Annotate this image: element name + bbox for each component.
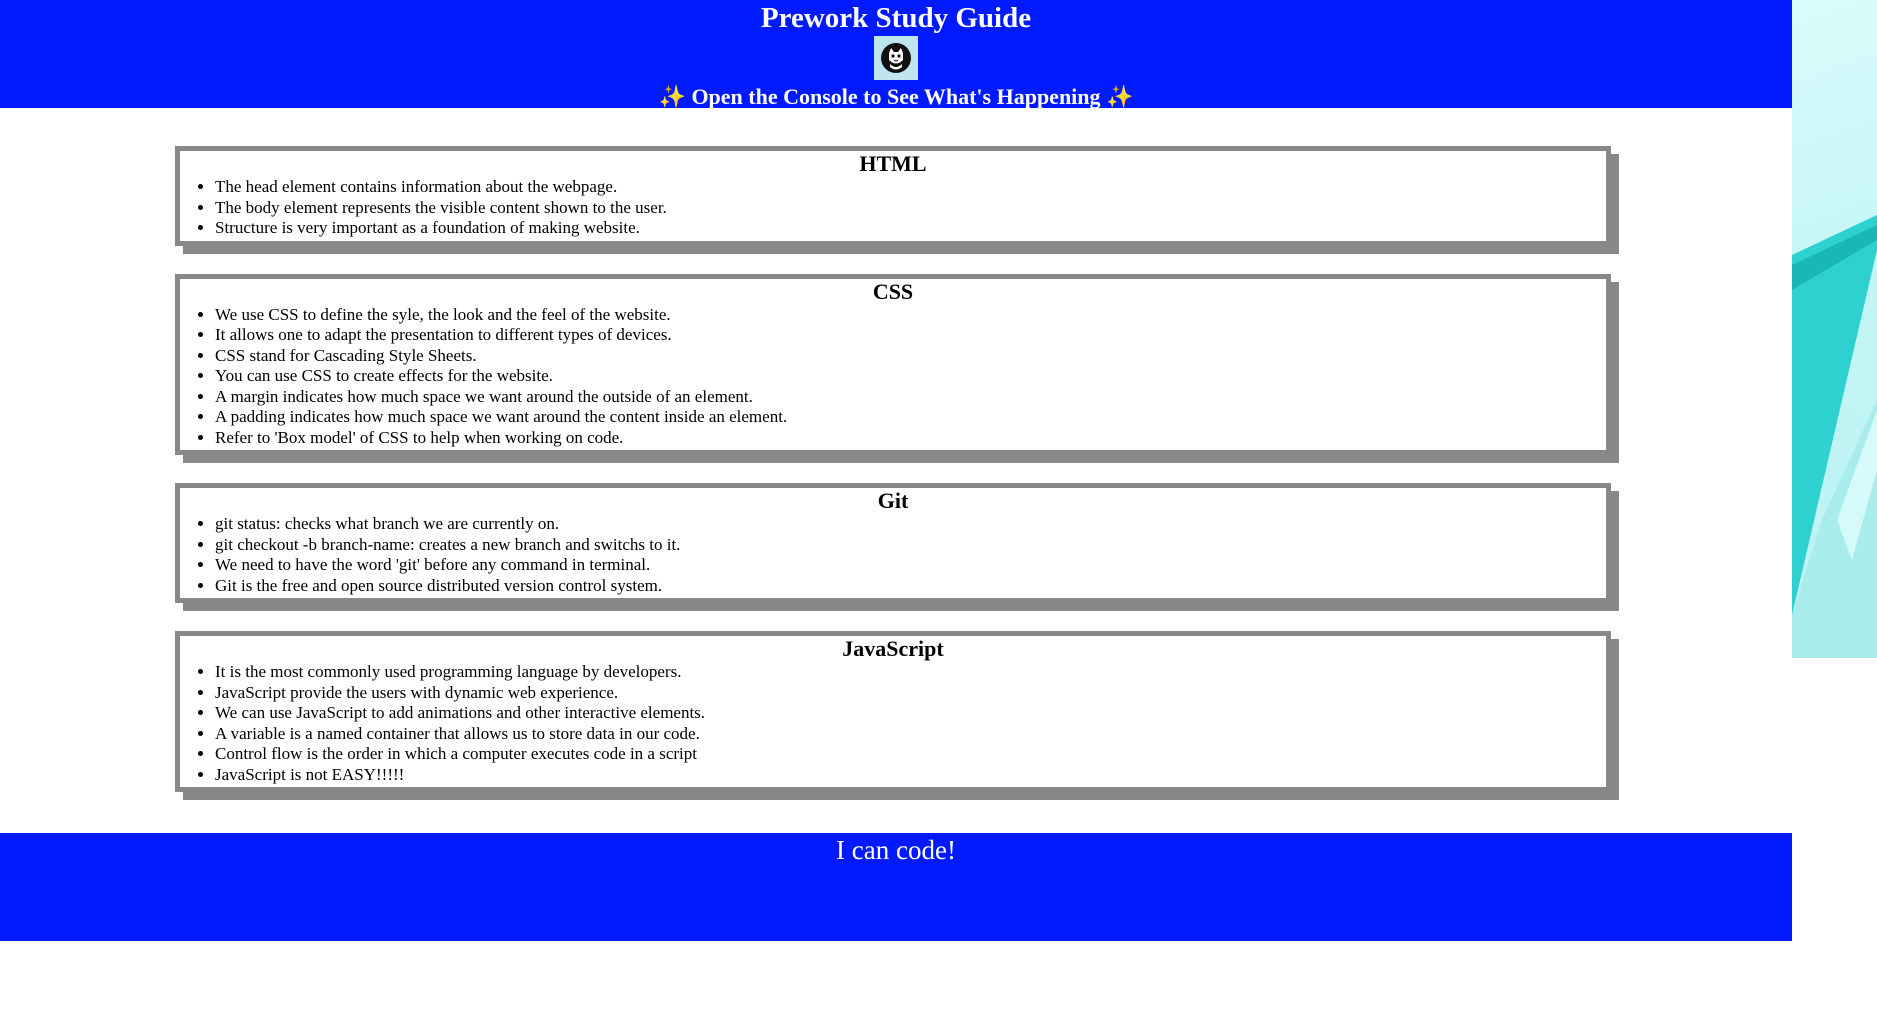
background-decoration [1792,0,1877,658]
list-item: A padding indicates how much space we wa… [215,407,1606,428]
section-list: We use CSS to define the syle, the look … [180,305,1606,449]
list-item: Refer to 'Box model' of CSS to help when… [215,428,1606,449]
list-item: We use CSS to define the syle, the look … [215,305,1606,326]
section-html: HTML The head element contains informati… [175,146,1611,246]
list-item: The body element represents the visible … [215,198,1606,219]
list-item: JavaScript provide the users with dynami… [215,683,1606,704]
list-item: JavaScript is not EASY!!!!! [215,765,1606,786]
cat-logo-icon [874,36,918,80]
page-title: Prework Study Guide [760,2,1032,34]
footer-text: I can code! [836,835,956,865]
list-item: It is the most commonly used programming… [215,662,1606,683]
list-item: Git is the free and open source distribu… [215,576,1606,597]
list-item: We can use JavaScript to add animations … [215,703,1606,724]
list-item: You can use CSS to create effects for th… [215,366,1606,387]
page-subtitle: ✨ Open the Console to See What's Happeni… [658,84,1134,109]
list-item: Structure is very important as a foundat… [215,218,1606,239]
list-item: CSS stand for Cascading Style Sheets. [215,346,1606,367]
list-item: A margin indicates how much space we wan… [215,387,1606,408]
list-item: A variable is a named container that all… [215,724,1606,745]
section-javascript: JavaScript It is the most commonly used … [175,631,1611,792]
list-item: We need to have the word 'git' before an… [215,555,1606,576]
section-git: Git git status: checks what branch we ar… [175,483,1611,603]
list-item: git checkout -b branch-name: creates a n… [215,535,1606,556]
section-heading: JavaScript [842,636,944,661]
list-item: It allows one to adapt the presentation … [215,325,1606,346]
section-heading: CSS [872,278,914,304]
list-item: git status: checks what branch we are cu… [215,514,1606,535]
list-item: The head element contains information ab… [215,177,1606,198]
main-content: HTML The head element contains informati… [0,108,1792,792]
section-list: The head element contains information ab… [180,177,1606,239]
section-list: It is the most commonly used programming… [180,662,1606,785]
page-footer: I can code! [0,833,1792,941]
section-heading: Git [877,488,909,513]
list-item: Control flow is the order in which a com… [215,744,1606,765]
section-css: CSS We use CSS to define the syle, the l… [175,273,1611,455]
page-header: Prework Study Guide ✨ Open the Console t… [0,0,1792,109]
section-list: git status: checks what branch we are cu… [180,514,1606,596]
page: Prework Study Guide ✨ Open the Console t… [0,0,1792,820]
section-heading: HTML [859,151,927,176]
